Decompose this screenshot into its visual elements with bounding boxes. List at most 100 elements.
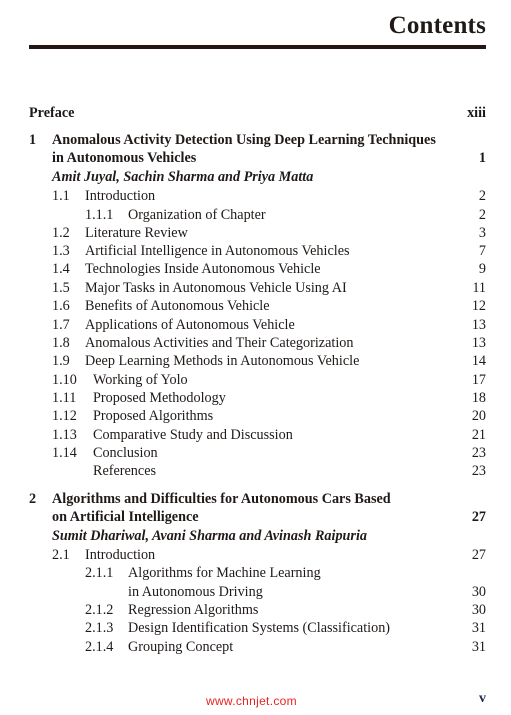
chapter-heading[interactable]: 1 Anomalous Activity Detection Using Dee… (0, 131, 511, 149)
section-title: Algorithms for Machine Learning (128, 565, 321, 581)
section-title: in Autonomous Driving (128, 584, 263, 600)
authors-text: Amit Juyal, Sachin Sharma and Priya Matt… (52, 169, 314, 185)
section-title: Introduction (85, 547, 156, 563)
toc-entry[interactable]: 1.10 Working of Yolo 17 (0, 371, 511, 389)
section-number: 1.6 (52, 298, 70, 314)
toc-entry[interactable]: 1.11 Proposed Methodology 18 (0, 389, 511, 407)
section-page: 13 (471, 335, 486, 351)
section-page: 9 (478, 261, 486, 277)
chapter-title: Anomalous Activity Detection Using Deep … (52, 132, 436, 148)
section-title: Proposed Algorithms (93, 408, 214, 424)
section-number: 2.1.2 (85, 602, 114, 618)
section-number: 1.5 (52, 280, 70, 296)
section-page: 14 (471, 353, 486, 369)
toc-entry-references[interactable]: References 23 (0, 462, 511, 480)
toc-entry[interactable]: 1.3 Artificial Intelligence in Autonomou… (0, 242, 511, 260)
section-page: 2 (478, 188, 486, 204)
chapter-heading-continued[interactable]: on Artificial Intelligence 27 (0, 508, 511, 526)
section-number: 1.13 (52, 427, 77, 443)
toc-entry[interactable]: 1.6 Benefits of Autonomous Vehicle 12 (0, 297, 511, 315)
section-title: Anomalous Activities and Their Categoriz… (85, 335, 354, 351)
toc-entry[interactable]: 2.1.1 Algorithms for Machine Learning (0, 564, 511, 582)
section-page: 23 (471, 463, 486, 479)
chapter-authors: Sumit Dhariwal, Avani Sharma and Avinash… (0, 527, 511, 545)
section-number: 1.10 (52, 372, 77, 388)
section-title: Technologies Inside Autonomous Vehicle (85, 261, 321, 277)
section-number: 2.1.4 (85, 639, 114, 655)
section-page: 7 (478, 243, 486, 259)
toc-entry[interactable]: 1.13 Comparative Study and Discussion 21 (0, 426, 511, 444)
section-page: 20 (471, 408, 486, 424)
section-page: 3 (478, 225, 486, 241)
toc-entry[interactable]: 1.14 Conclusion 23 (0, 444, 511, 462)
section-number: 1.3 (52, 243, 70, 259)
section-page: 27 (471, 547, 486, 563)
toc-entry[interactable]: 1.1.1 Organization of Chapter 2 (0, 206, 511, 224)
section-page: 17 (471, 372, 486, 388)
chapter-number: 2 (29, 491, 37, 507)
section-page: 2 (478, 207, 486, 223)
section-number: 1.4 (52, 261, 70, 277)
chapter-title: on Artificial Intelligence (52, 509, 199, 525)
watermark-link[interactable]: www.chnjet.com (206, 694, 297, 708)
section-page: 18 (471, 390, 486, 406)
toc-entry[interactable]: 1.9 Deep Learning Methods in Autonomous … (0, 352, 511, 370)
section-page: 23 (471, 445, 486, 461)
page-number: v (479, 691, 486, 706)
section-title: References (93, 463, 157, 479)
section-page: 11 (472, 280, 486, 296)
chapter-authors: Amit Juyal, Sachin Sharma and Priya Matt… (0, 168, 511, 186)
chapter-title: Algorithms and Difficulties for Autonomo… (52, 491, 391, 507)
toc-entry-page: xiii (467, 105, 486, 121)
chapter-title: in Autonomous Vehicles (52, 150, 197, 166)
toc-entry[interactable]: 1.7 Applications of Autonomous Vehicle 1… (0, 316, 511, 334)
section-number: 1.12 (52, 408, 77, 424)
section-title: Artificial Intelligence in Autonomous Ve… (85, 243, 350, 259)
section-title: Literature Review (85, 225, 188, 241)
section-page: 31 (471, 639, 486, 655)
section-number: 1.14 (52, 445, 77, 461)
section-title: Organization of Chapter (128, 207, 266, 223)
section-number: 1.1.1 (85, 207, 114, 223)
section-title: Applications of Autonomous Vehicle (85, 317, 295, 333)
toc-entry[interactable]: 1.2 Literature Review 3 (0, 224, 511, 242)
toc-entry[interactable]: 1.8 Anomalous Activities and Their Categ… (0, 334, 511, 352)
section-page: 13 (471, 317, 486, 333)
toc-entry[interactable]: 2.1.4 Grouping Concept 31 (0, 638, 511, 656)
section-number: 2.1.3 (85, 620, 114, 636)
toc-entry[interactable]: 2.1.3 Design Identification Systems (Cla… (0, 619, 511, 637)
chapter-heading[interactable]: 2 Algorithms and Difficulties for Autono… (0, 490, 511, 508)
section-page: 30 (471, 602, 486, 618)
section-title: Regression Algorithms (128, 602, 259, 618)
toc-entry-continued[interactable]: in Autonomous Driving 30 (0, 583, 511, 601)
section-title: Comparative Study and Discussion (93, 427, 293, 443)
toc-entry[interactable]: 1.5 Major Tasks in Autonomous Vehicle Us… (0, 279, 511, 297)
section-number: 2.1.1 (85, 565, 114, 581)
section-title: Major Tasks in Autonomous Vehicle Using … (85, 280, 347, 296)
toc-entry-title: Preface (29, 105, 75, 121)
chapter-heading-continued[interactable]: in Autonomous Vehicles 1 (0, 149, 511, 167)
section-number: 1.9 (52, 353, 70, 369)
section-number: 1.2 (52, 225, 70, 241)
page-title: Contents (388, 12, 486, 39)
title-rule (29, 45, 486, 49)
toc-entry[interactable]: 2.1 Introduction 27 (0, 546, 511, 564)
section-title: Design Identification Systems (Classific… (128, 620, 391, 636)
toc-entry[interactable]: 1.12 Proposed Algorithms 20 (0, 407, 511, 425)
authors-text: Sumit Dhariwal, Avani Sharma and Avinash… (52, 528, 367, 544)
toc-entry[interactable]: 1.1 Introduction 2 (0, 187, 511, 205)
toc-entry[interactable]: 2.1.2 Regression Algorithms 30 (0, 601, 511, 619)
section-number: 2.1 (52, 547, 70, 563)
section-page: 30 (471, 584, 486, 600)
section-title: Proposed Methodology (93, 390, 226, 406)
section-title: Conclusion (93, 445, 158, 461)
section-page: 31 (471, 620, 486, 636)
chapter-number: 1 (29, 132, 37, 148)
section-title: Deep Learning Methods in Autonomous Vehi… (85, 353, 360, 369)
toc-entry[interactable]: 1.4 Technologies Inside Autonomous Vehic… (0, 260, 511, 278)
section-page: 12 (471, 298, 486, 314)
section-title: Introduction (85, 188, 156, 204)
section-title: Benefits of Autonomous Vehicle (85, 298, 270, 314)
toc-entry-preface[interactable]: Preface xiii (0, 104, 511, 122)
chapter-page: 27 (471, 509, 486, 525)
